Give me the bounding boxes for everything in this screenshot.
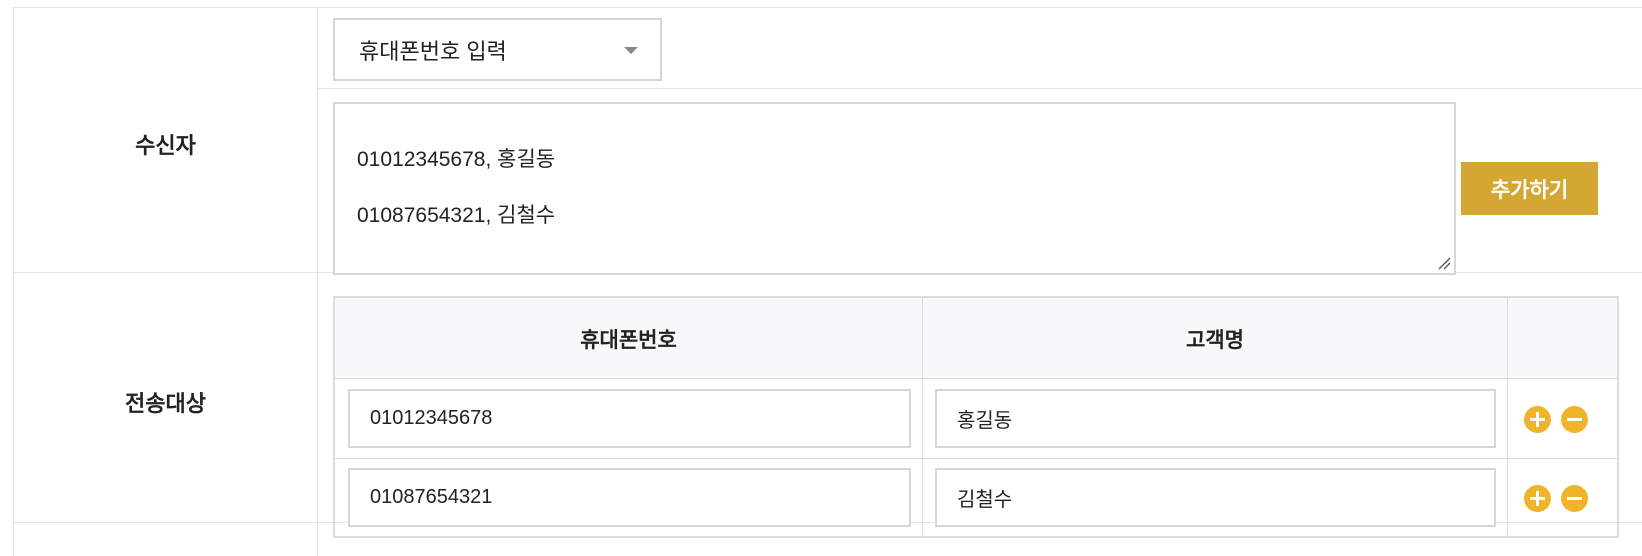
column-header-name: 고객명 — [1186, 328, 1244, 352]
textarea-line: 01087654321, 김철수 — [357, 204, 556, 227]
column-header-phone: 휴대폰번호 — [580, 328, 677, 352]
plus-circle-icon[interactable] — [1524, 485, 1551, 512]
row-divider — [317, 88, 1642, 89]
chevron-down-icon — [624, 47, 638, 54]
textarea-line: 01012345678, 홍길동 — [357, 148, 556, 171]
column-divider — [317, 7, 318, 556]
phone-input[interactable]: 01012345678 — [348, 389, 911, 448]
column-divider — [922, 298, 923, 536]
recipient-type-select[interactable]: 휴대폰번호 입력 — [333, 18, 662, 81]
targets-label: 전송대상 — [125, 391, 206, 416]
plus-circle-icon[interactable] — [1524, 406, 1551, 433]
recipients-textarea[interactable]: 01012345678, 홍길동 01087654321, 김철수 — [333, 102, 1456, 275]
targets-table: 휴대폰번호 고객명 01012345678 홍길동 01087654321 김철… — [333, 296, 1619, 538]
resize-grip-icon[interactable] — [1437, 256, 1451, 270]
add-button[interactable]: 추가하기 — [1461, 162, 1598, 215]
row-divider — [335, 458, 1617, 459]
column-header-actions — [1508, 298, 1617, 379]
recipients-label: 수신자 — [135, 133, 196, 158]
minus-circle-icon[interactable] — [1561, 406, 1588, 433]
name-input[interactable]: 홍길동 — [935, 389, 1496, 448]
column-divider — [1507, 298, 1508, 536]
select-value: 휴대폰번호 입력 — [359, 38, 507, 64]
minus-circle-icon[interactable] — [1561, 485, 1588, 512]
name-input[interactable]: 김철수 — [935, 468, 1496, 527]
phone-input[interactable]: 01087654321 — [348, 468, 911, 527]
